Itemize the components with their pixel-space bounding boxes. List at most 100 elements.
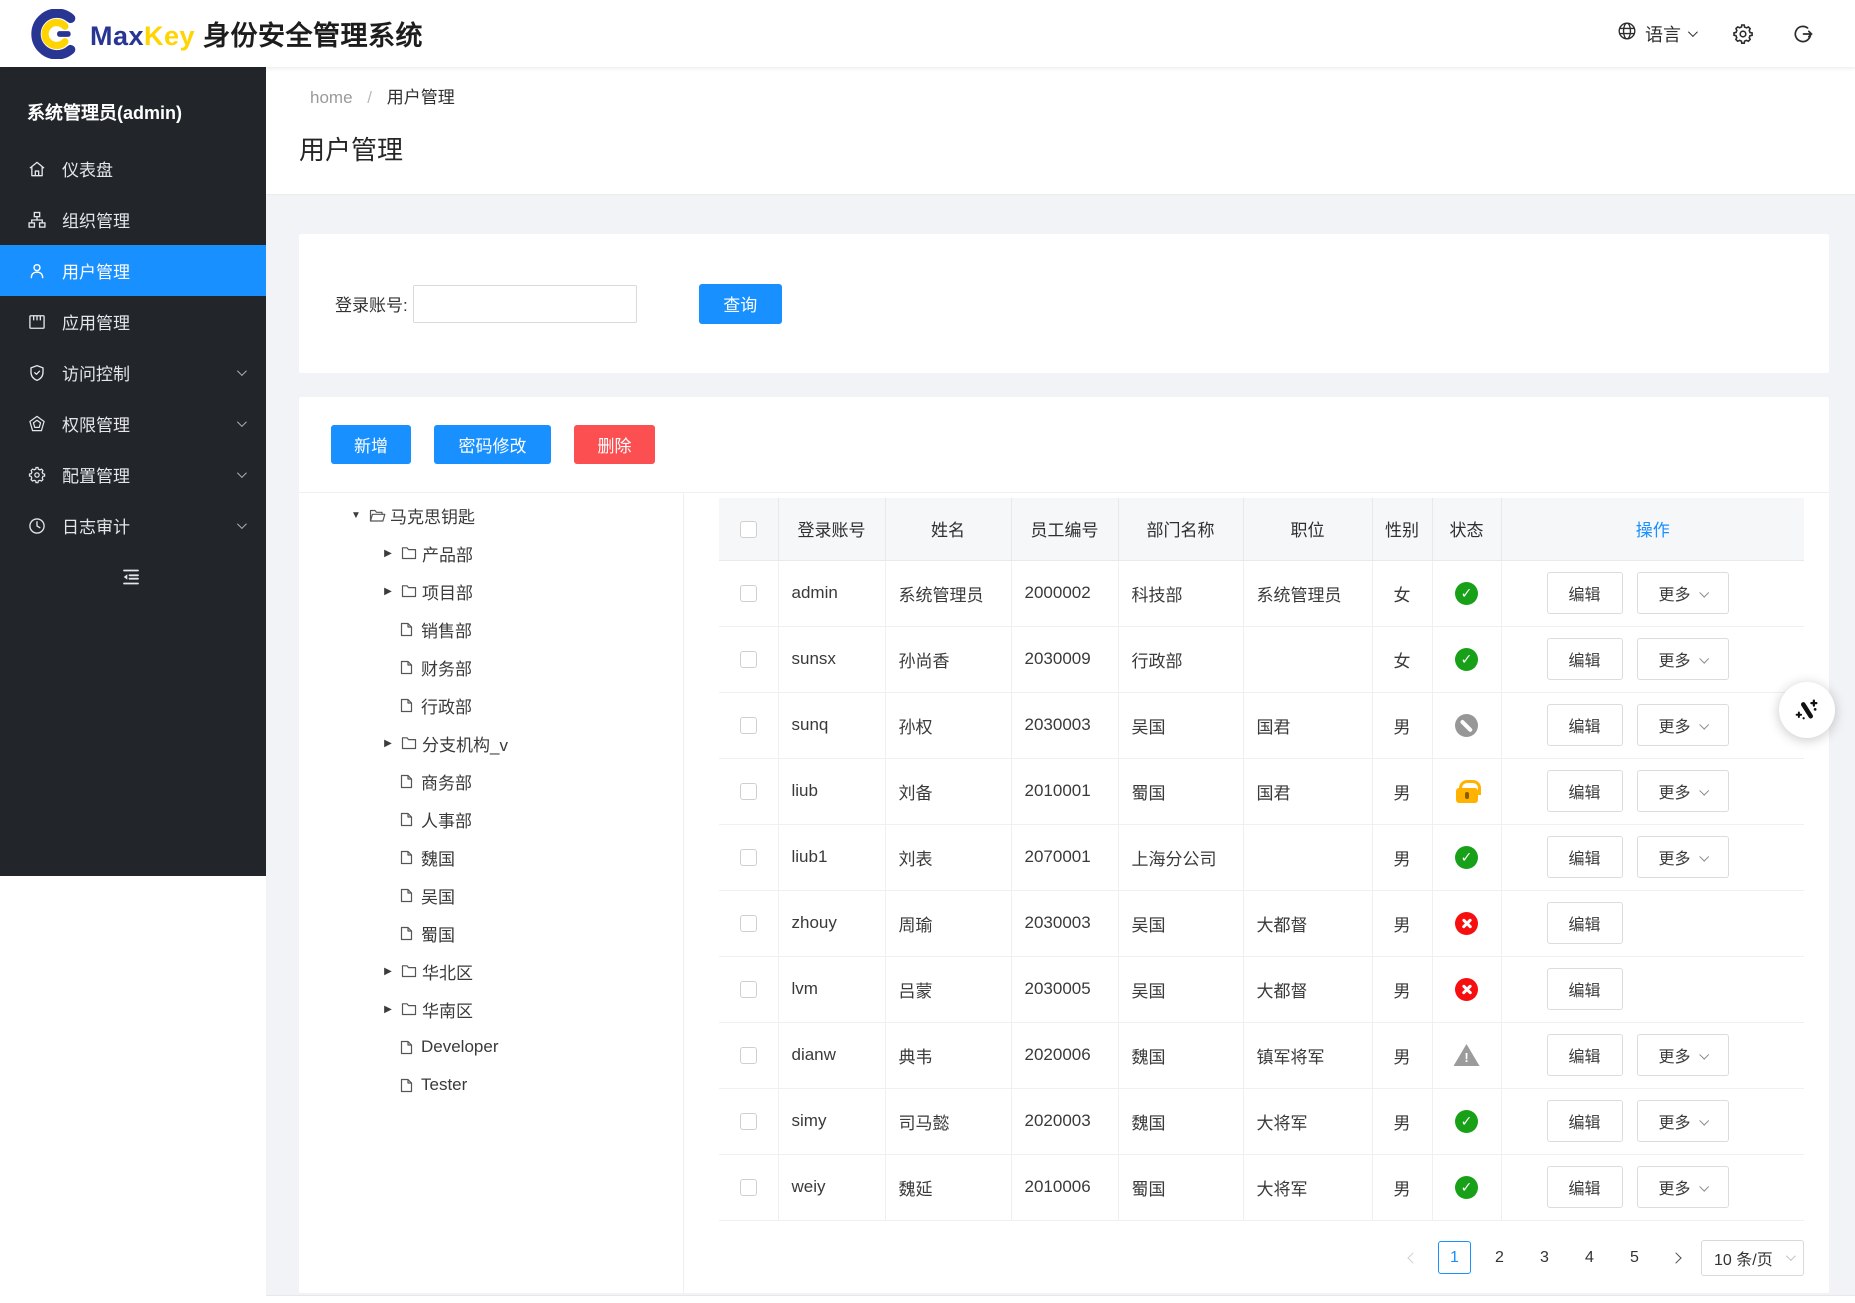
edit-button[interactable]: 编辑 <box>1547 770 1623 812</box>
chevron-down-icon <box>1699 1049 1709 1059</box>
row-checkbox[interactable] <box>740 1179 757 1196</box>
magic-wand-floating-button[interactable] <box>1779 682 1835 738</box>
table-row: sunq 孙权 2030003 吴国 国君 男 编辑 更多 <box>719 692 1804 758</box>
chevron-down-icon <box>237 519 247 529</box>
pagination-next-button[interactable] <box>1663 1242 1689 1274</box>
tree-node[interactable]: 项目部 <box>299 572 683 610</box>
tree-node[interactable]: 华北区 <box>299 952 683 990</box>
table-row: dianw 典韦 2020006 魏国 镇军将军 男 编辑 更多 <box>719 1022 1804 1088</box>
pagination-page-4[interactable]: 4 <box>1573 1241 1606 1274</box>
select-all-checkbox[interactable] <box>740 521 757 538</box>
add-button[interactable]: 新增 <box>331 425 411 464</box>
pagination-page-3[interactable]: 3 <box>1528 1241 1561 1274</box>
edit-button[interactable]: 编辑 <box>1547 902 1623 944</box>
globe-icon <box>1616 20 1638 47</box>
row-checkbox[interactable] <box>740 981 757 998</box>
more-button[interactable]: 更多 <box>1637 836 1729 878</box>
tree-node[interactable]: 马克思钥匙 <box>299 496 683 534</box>
table-row: simy 司马懿 2020003 魏国 大将军 男 编辑 更多 <box>719 1088 1804 1154</box>
more-button[interactable]: 更多 <box>1637 704 1729 746</box>
sidebar-item-label: 应用管理 <box>62 309 130 334</box>
page-size-select[interactable]: 10 条/页 <box>1701 1240 1804 1276</box>
row-checkbox[interactable] <box>740 651 757 668</box>
pagination-prev-button[interactable] <box>1400 1242 1426 1274</box>
sidebar-item-organization[interactable]: 组织管理 <box>0 194 266 245</box>
change-password-button[interactable]: 密码修改 <box>434 425 551 464</box>
caret-right-icon[interactable] <box>380 548 396 559</box>
tree-node[interactable]: 蜀国 <box>299 914 683 952</box>
tree-node[interactable]: Developer <box>299 1028 683 1066</box>
sidebar-item-users[interactable]: 用户管理 <box>0 245 266 296</box>
delete-button[interactable]: 删除 <box>574 425 655 464</box>
tree-node[interactable]: 分支机构_v <box>299 724 683 762</box>
cell-name: 刘表 <box>885 824 1011 890</box>
sidebar-item-audit[interactable]: 日志审计 <box>0 500 266 551</box>
caret-down-icon[interactable] <box>348 510 364 521</box>
edit-button[interactable]: 编辑 <box>1547 704 1623 746</box>
edit-button[interactable]: 编辑 <box>1547 572 1623 614</box>
query-button[interactable]: 查询 <box>699 284 782 324</box>
sidebar-item-access-control[interactable]: 访问控制 <box>0 347 266 398</box>
edit-button[interactable]: 编辑 <box>1547 638 1623 680</box>
tree-node[interactable]: 行政部 <box>299 686 683 724</box>
more-button[interactable]: 更多 <box>1637 770 1729 812</box>
tree-node[interactable]: 魏国 <box>299 838 683 876</box>
tree-node[interactable]: 财务部 <box>299 648 683 686</box>
tree-node[interactable]: 吴国 <box>299 876 683 914</box>
tree-node[interactable]: 销售部 <box>299 610 683 648</box>
search-label: 登录账号: <box>335 291 408 316</box>
tree-node[interactable]: 人事部 <box>299 800 683 838</box>
edit-button[interactable]: 编辑 <box>1547 836 1623 878</box>
row-checkbox[interactable] <box>740 717 757 734</box>
pagination-page-1[interactable]: 1 <box>1438 1241 1471 1274</box>
tree-node[interactable]: 产品部 <box>299 534 683 572</box>
sidebar-item-applications[interactable]: 应用管理 <box>0 296 266 347</box>
caret-right-icon[interactable] <box>380 1004 396 1015</box>
more-button[interactable]: 更多 <box>1637 572 1729 614</box>
edit-button[interactable]: 编辑 <box>1547 1034 1623 1076</box>
cell-position <box>1243 626 1372 692</box>
sidebar-item-configuration[interactable]: 配置管理 <box>0 449 266 500</box>
tree-node[interactable]: 华南区 <box>299 990 683 1028</box>
sidebar-collapse-button[interactable] <box>119 565 143 589</box>
sidebar-item-permissions[interactable]: 权限管理 <box>0 398 266 449</box>
tree-node[interactable]: Tester <box>299 1066 683 1104</box>
cell-account: lvm <box>778 956 885 1022</box>
more-button[interactable]: 更多 <box>1637 1034 1729 1076</box>
more-button[interactable]: 更多 <box>1637 1100 1729 1142</box>
settings-button[interactable] <box>1731 22 1755 46</box>
more-button[interactable]: 更多 <box>1637 638 1729 680</box>
tree-node-label: 行政部 <box>421 693 472 718</box>
pagination-page-5[interactable]: 5 <box>1618 1241 1651 1274</box>
cell-position: 大将军 <box>1243 1154 1372 1220</box>
edit-button[interactable]: 编辑 <box>1547 1100 1623 1142</box>
sidebar-item-label: 仪表盘 <box>62 156 113 181</box>
breadcrumb-home-link[interactable]: home <box>310 88 353 107</box>
tree-node[interactable]: 商务部 <box>299 762 683 800</box>
row-checkbox[interactable] <box>740 1047 757 1064</box>
cell-employee-no: 2010001 <box>1011 758 1118 824</box>
cell-gender: 男 <box>1372 692 1432 758</box>
sidebar-item-dashboard[interactable]: 仪表盘 <box>0 143 266 194</box>
language-dropdown[interactable]: 语言 <box>1616 20 1695 47</box>
row-checkbox[interactable] <box>740 915 757 932</box>
edit-button[interactable]: 编辑 <box>1547 968 1623 1010</box>
row-checkbox[interactable] <box>740 783 757 800</box>
edit-button[interactable]: 编辑 <box>1547 1166 1623 1208</box>
cell-gender: 男 <box>1372 956 1432 1022</box>
pagination-page-2[interactable]: 2 <box>1483 1241 1516 1274</box>
tree-node-label: Developer <box>421 1037 499 1057</box>
sidebar-user-label: 系统管理员(admin) <box>0 67 266 143</box>
row-checkbox[interactable] <box>740 1113 757 1130</box>
caret-right-icon[interactable] <box>380 966 396 977</box>
chevron-down-icon <box>1688 27 1698 37</box>
more-button[interactable]: 更多 <box>1637 1166 1729 1208</box>
login-account-input[interactable] <box>413 285 637 323</box>
row-checkbox[interactable] <box>740 849 757 866</box>
logout-button[interactable] <box>1791 22 1815 46</box>
caret-right-icon[interactable] <box>380 586 396 597</box>
row-checkbox[interactable] <box>740 585 757 602</box>
clock-icon <box>27 516 47 536</box>
caret-right-icon[interactable] <box>380 738 396 749</box>
brand: MaxKey身份安全管理系统 <box>30 9 423 59</box>
